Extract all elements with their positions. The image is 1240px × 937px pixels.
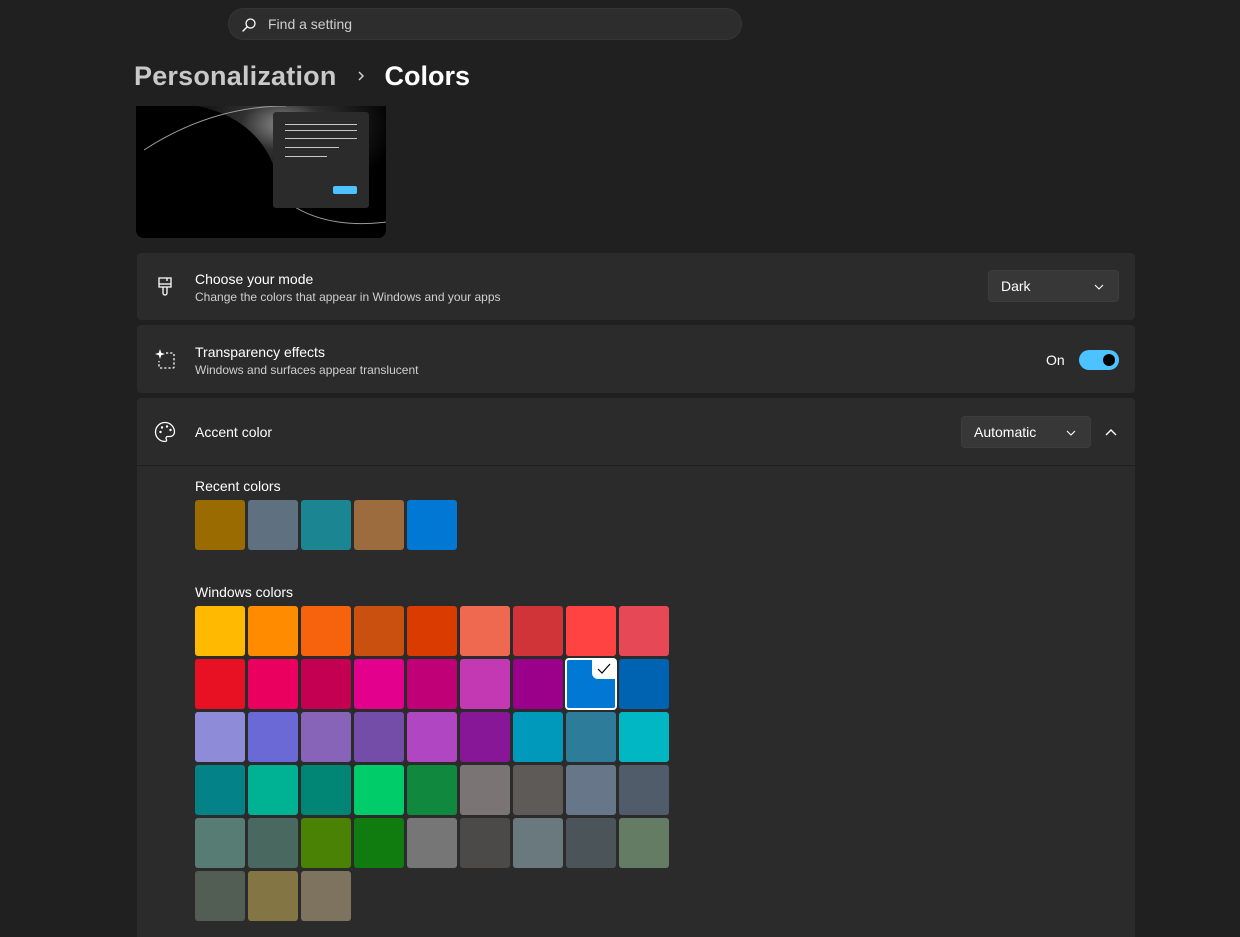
windows-color-swatch[interactable] [513,765,563,815]
mode-dropdown[interactable]: Dark [988,270,1119,302]
windows-color-swatch[interactable] [248,818,298,868]
accent-dropdown[interactable]: Automatic [961,416,1091,448]
windows-color-swatch[interactable] [565,658,617,710]
windows-color-swatch[interactable] [460,606,510,656]
search-box[interactable] [228,8,742,40]
windows-color-swatch[interactable] [619,765,669,815]
windows-color-swatch[interactable] [354,606,404,656]
windows-color-swatch[interactable] [619,712,669,762]
windows-color-swatch[interactable] [248,712,298,762]
windows-color-swatch[interactable] [460,659,510,709]
search-input[interactable] [268,9,728,39]
windows-color-swatch[interactable] [407,818,457,868]
windows-color-swatch[interactable] [248,606,298,656]
chevron-down-icon [1066,430,1076,436]
recent-color-swatch[interactable] [354,500,404,550]
windows-color-swatch[interactable] [354,818,404,868]
chevron-up-icon[interactable] [1099,420,1123,444]
recent-color-swatch[interactable] [195,500,245,550]
windows-color-swatch[interactable] [407,712,457,762]
recent-color-swatch[interactable] [301,500,351,550]
windows-color-swatch[interactable] [407,606,457,656]
windows-color-swatch[interactable] [513,712,563,762]
windows-color-swatch[interactable] [566,712,616,762]
windows-color-swatch[interactable] [354,659,404,709]
windows-color-swatch[interactable] [195,712,245,762]
transparency-state-label: On [1046,352,1065,368]
windows-color-swatch[interactable] [566,765,616,815]
windows-color-swatch[interactable] [354,765,404,815]
breadcrumb: Personalization Colors [134,56,470,96]
windows-color-swatch[interactable] [619,659,669,709]
windows-color-swatch[interactable] [513,606,563,656]
windows-color-swatch[interactable] [195,659,245,709]
windows-color-swatch[interactable] [301,606,351,656]
sparkle-frame-icon [155,349,175,369]
chevron-down-icon [1094,284,1104,290]
windows-color-swatch[interactable] [513,659,563,709]
windows-color-swatch[interactable] [301,871,351,921]
windows-color-swatch[interactable] [301,818,351,868]
windows-color-swatch[interactable] [248,765,298,815]
windows-color-swatch[interactable] [195,818,245,868]
recent-colors-label: Recent colors [195,478,281,494]
transparency-title: Transparency effects [195,344,325,360]
windows-color-swatch[interactable] [354,712,404,762]
windows-color-swatch[interactable] [460,765,510,815]
windows-color-swatch[interactable] [301,765,351,815]
windows-color-swatch[interactable] [195,765,245,815]
checkmark-icon [592,659,616,679]
windows-color-swatch[interactable] [566,818,616,868]
windows-color-swatch[interactable] [407,659,457,709]
windows-color-swatch[interactable] [407,765,457,815]
windows-color-swatch[interactable] [248,871,298,921]
search-icon [242,18,256,32]
palette-icon [154,421,176,443]
windows-colors-label: Windows colors [195,584,294,600]
windows-color-swatch[interactable] [619,606,669,656]
windows-color-swatch[interactable] [460,712,510,762]
theme-preview [136,106,386,238]
transparency-setting-card: Transparency effects Windows and surface… [137,325,1135,393]
windows-color-swatch[interactable] [301,712,351,762]
card-divider [137,465,1135,466]
windows-color-swatch[interactable] [513,818,563,868]
breadcrumb-personalization[interactable]: Personalization [134,61,337,92]
toggle-knob [1103,354,1115,366]
accent-title: Accent color [195,424,273,440]
windows-color-swatch[interactable] [566,606,616,656]
mode-dropdown-value: Dark [1001,278,1031,294]
windows-color-swatch[interactable] [301,659,351,709]
windows-color-swatch[interactable] [195,606,245,656]
windows-color-swatch[interactable] [248,659,298,709]
mode-title: Choose your mode [195,271,314,287]
accent-dropdown-value: Automatic [974,424,1037,440]
chevron-right-icon [358,71,364,81]
mode-description: Change the colors that appear in Windows… [195,290,501,304]
windows-color-swatch[interactable] [195,871,245,921]
transparency-description: Windows and surfaces appear translucent [195,363,419,377]
preview-accent-button [333,186,357,194]
mode-setting-card: Choose your mode Change the colors that … [137,253,1135,320]
windows-color-swatch[interactable] [619,818,669,868]
paintbrush-icon [158,277,172,296]
preview-window [273,112,369,208]
recent-color-swatch[interactable] [407,500,457,550]
page-title: Colors [384,60,471,91]
accent-color-card: Accent color Automatic Recent colors Win… [137,398,1135,937]
recent-color-swatch[interactable] [248,500,298,550]
transparency-toggle[interactable] [1079,350,1119,370]
windows-color-swatch[interactable] [460,818,510,868]
